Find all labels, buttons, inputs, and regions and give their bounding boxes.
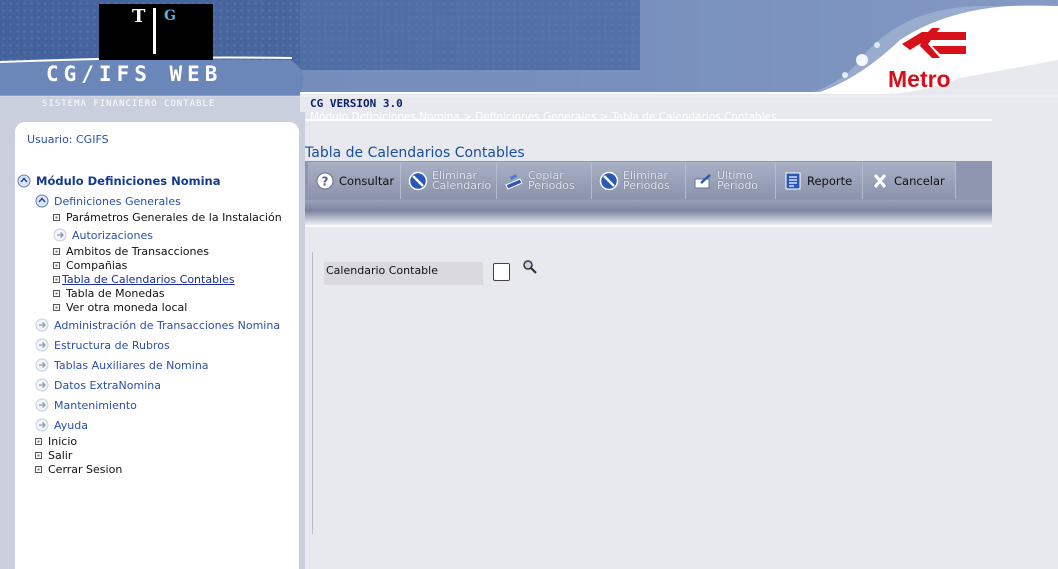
divider xyxy=(305,119,992,121)
app-subtitle: SISTEMA FINANCIERO CONTABLE xyxy=(42,99,216,109)
eliminar-calendario-button[interactable]: Eliminar Calendario xyxy=(401,162,497,199)
menu-bottom-label: Cerrar Sesion xyxy=(48,463,123,476)
expand-arrow-icon xyxy=(35,398,49,412)
menu-inicio[interactable]: Inicio xyxy=(35,435,77,448)
app-name: CG/IFS WEB xyxy=(46,62,223,86)
header: T G CG/IFS WEB SISTEMA FINANCIERO CONTAB… xyxy=(0,0,1058,122)
menu-group-extranomina[interactable]: Datos ExtraNomina xyxy=(35,378,161,392)
bullet-icon xyxy=(53,262,60,269)
copiar-line2: Periodos xyxy=(528,178,575,192)
menu-subitem-label: Compañias xyxy=(66,259,128,272)
close-icon xyxy=(873,173,887,188)
bullet-icon xyxy=(35,466,42,473)
last-period-icon xyxy=(694,173,711,188)
report-icon xyxy=(785,172,801,189)
form-border xyxy=(312,252,313,534)
menu-group-label: Estructura de Rubros xyxy=(54,338,170,352)
copiar-periodos-label: Copiar Periodos xyxy=(528,170,575,192)
menu-group-label: Administración de Transacciones Nomina xyxy=(54,318,281,332)
collapse-arrow-icon xyxy=(35,194,49,208)
bullet-icon xyxy=(53,248,60,255)
menu-subitem-label: Parámetros Generales de la Instalación xyxy=(66,211,282,224)
logo-letter-t: T xyxy=(132,6,146,27)
version-label: CG VERSION 3.0 xyxy=(310,97,403,110)
bullet-icon xyxy=(53,214,60,221)
consultar-label: Consultar xyxy=(339,173,395,188)
expand-arrow-icon xyxy=(35,418,49,432)
menu-group-label: Mantenimiento xyxy=(54,398,137,412)
expand-arrow-icon xyxy=(35,358,49,372)
expand-arrow-icon xyxy=(35,318,49,332)
svg-text:?: ? xyxy=(322,174,329,188)
menu-group-tablas[interactable]: Tablas Auxiliares de Nomina xyxy=(35,358,209,372)
menu-subitem-label: Tabla de Calendarios Contables xyxy=(62,273,235,286)
collapse-arrow-icon xyxy=(17,174,31,188)
ultimo-line2: Periodo xyxy=(717,178,759,192)
menu-group-label: Ayuda xyxy=(54,418,88,432)
menu-bottom-label: Inicio xyxy=(48,435,78,448)
menu-subitem-monedas[interactable]: Tabla de Monedas xyxy=(53,287,165,300)
menu-subitem-otra-moneda[interactable]: Ver otra moneda local xyxy=(53,301,187,314)
eliminar-calendario-line2: Calendario xyxy=(432,178,492,192)
reporte-button[interactable]: Reporte xyxy=(776,162,863,199)
user-label: Usuario: CGIFS xyxy=(27,133,109,146)
bullet-icon xyxy=(53,290,60,297)
menu-salir[interactable]: Salir xyxy=(35,449,72,462)
menu-group-label: Definiciones Generales xyxy=(54,194,181,208)
menu-group-ayuda[interactable]: Ayuda xyxy=(35,418,88,432)
eliminar-calendario-label: Eliminar Calendario xyxy=(432,170,492,192)
menu-subitem-label: Autorizaciones xyxy=(72,228,153,242)
tg-logo xyxy=(99,4,213,60)
logo-bar xyxy=(153,8,156,54)
ultimo-periodo-label: Ultimo Periodo xyxy=(717,170,759,192)
menu-module[interactable]: Módulo Definiciones Nomina xyxy=(17,174,221,188)
bullet-icon xyxy=(53,276,60,283)
menu-module-label: Módulo Definiciones Nomina xyxy=(36,174,221,188)
menu-subitem-label: Ambitos de Transacciones xyxy=(66,245,209,258)
menu-group-administracion[interactable]: Administración de Transacciones Nomina xyxy=(35,318,280,332)
menu-subitem-calendarios[interactable]: Tabla de Calendarios Contables xyxy=(53,273,235,286)
logo-letter-g: G xyxy=(164,8,176,24)
help-icon: ? xyxy=(316,172,334,189)
ultimo-periodo-button[interactable]: Ultimo Periodo xyxy=(686,162,776,199)
menu-subitem-label: Tabla de Monedas xyxy=(66,287,165,300)
toolbar-gradient xyxy=(305,200,992,227)
menu-group-label: Datos ExtraNomina xyxy=(54,378,161,392)
eliminar-periodos-label: Eliminar Periodos xyxy=(623,170,670,192)
search-icon[interactable] xyxy=(522,259,538,275)
page-title: Tabla de Calendarios Contables xyxy=(305,145,525,161)
bullet-icon xyxy=(35,438,42,445)
menu-subitem-companias[interactable]: Compañias xyxy=(53,259,127,272)
calendario-contable-input[interactable] xyxy=(493,263,510,281)
bullet-icon xyxy=(53,304,60,311)
expand-arrow-icon xyxy=(35,338,49,352)
delete-periods-icon xyxy=(599,171,619,190)
reporte-label: Reporte xyxy=(807,173,853,188)
copiar-periodos-button[interactable]: Copiar Periodos xyxy=(497,162,592,199)
menu-subitem-label: Ver otra moneda local xyxy=(66,301,188,314)
bullet-icon xyxy=(35,452,42,459)
menu-group-mantenimiento[interactable]: Mantenimiento xyxy=(35,398,137,412)
cancelar-button[interactable]: Cancelar xyxy=(863,162,956,199)
eliminar-periodos-button[interactable]: Eliminar Periodos xyxy=(592,162,686,199)
calendario-contable-label: Calendario Contable xyxy=(324,262,483,285)
menu-subitem-parametros[interactable]: Parámetros Generales de la Instalación xyxy=(53,211,282,224)
menu-subitem-ambitos[interactable]: Ambitos de Transacciones xyxy=(53,245,209,258)
menu-group-rubros[interactable]: Estructura de Rubros xyxy=(35,338,170,352)
brand-name: Metro xyxy=(888,66,951,92)
menu-bottom-label: Salir xyxy=(48,449,73,462)
menu-cerrar-sesion[interactable]: Cerrar Sesion xyxy=(35,463,122,476)
menu-group-label: Tablas Auxiliares de Nomina xyxy=(54,358,209,372)
expand-arrow-icon xyxy=(53,228,67,242)
menu-group-definiciones[interactable]: Definiciones Generales xyxy=(35,194,181,208)
cancelar-label: Cancelar xyxy=(894,173,945,188)
delete-calendar-icon xyxy=(408,171,428,190)
eliminar-periodos-line2: Periodos xyxy=(623,178,670,192)
menu-subitem-autorizaciones[interactable]: Autorizaciones xyxy=(53,228,153,242)
consultar-button[interactable]: ? Consultar xyxy=(308,162,401,199)
toolbar: ? Consultar Eliminar Calendario Copiar Per… xyxy=(305,161,992,200)
expand-arrow-icon xyxy=(35,378,49,392)
copy-periods-icon xyxy=(505,173,523,190)
